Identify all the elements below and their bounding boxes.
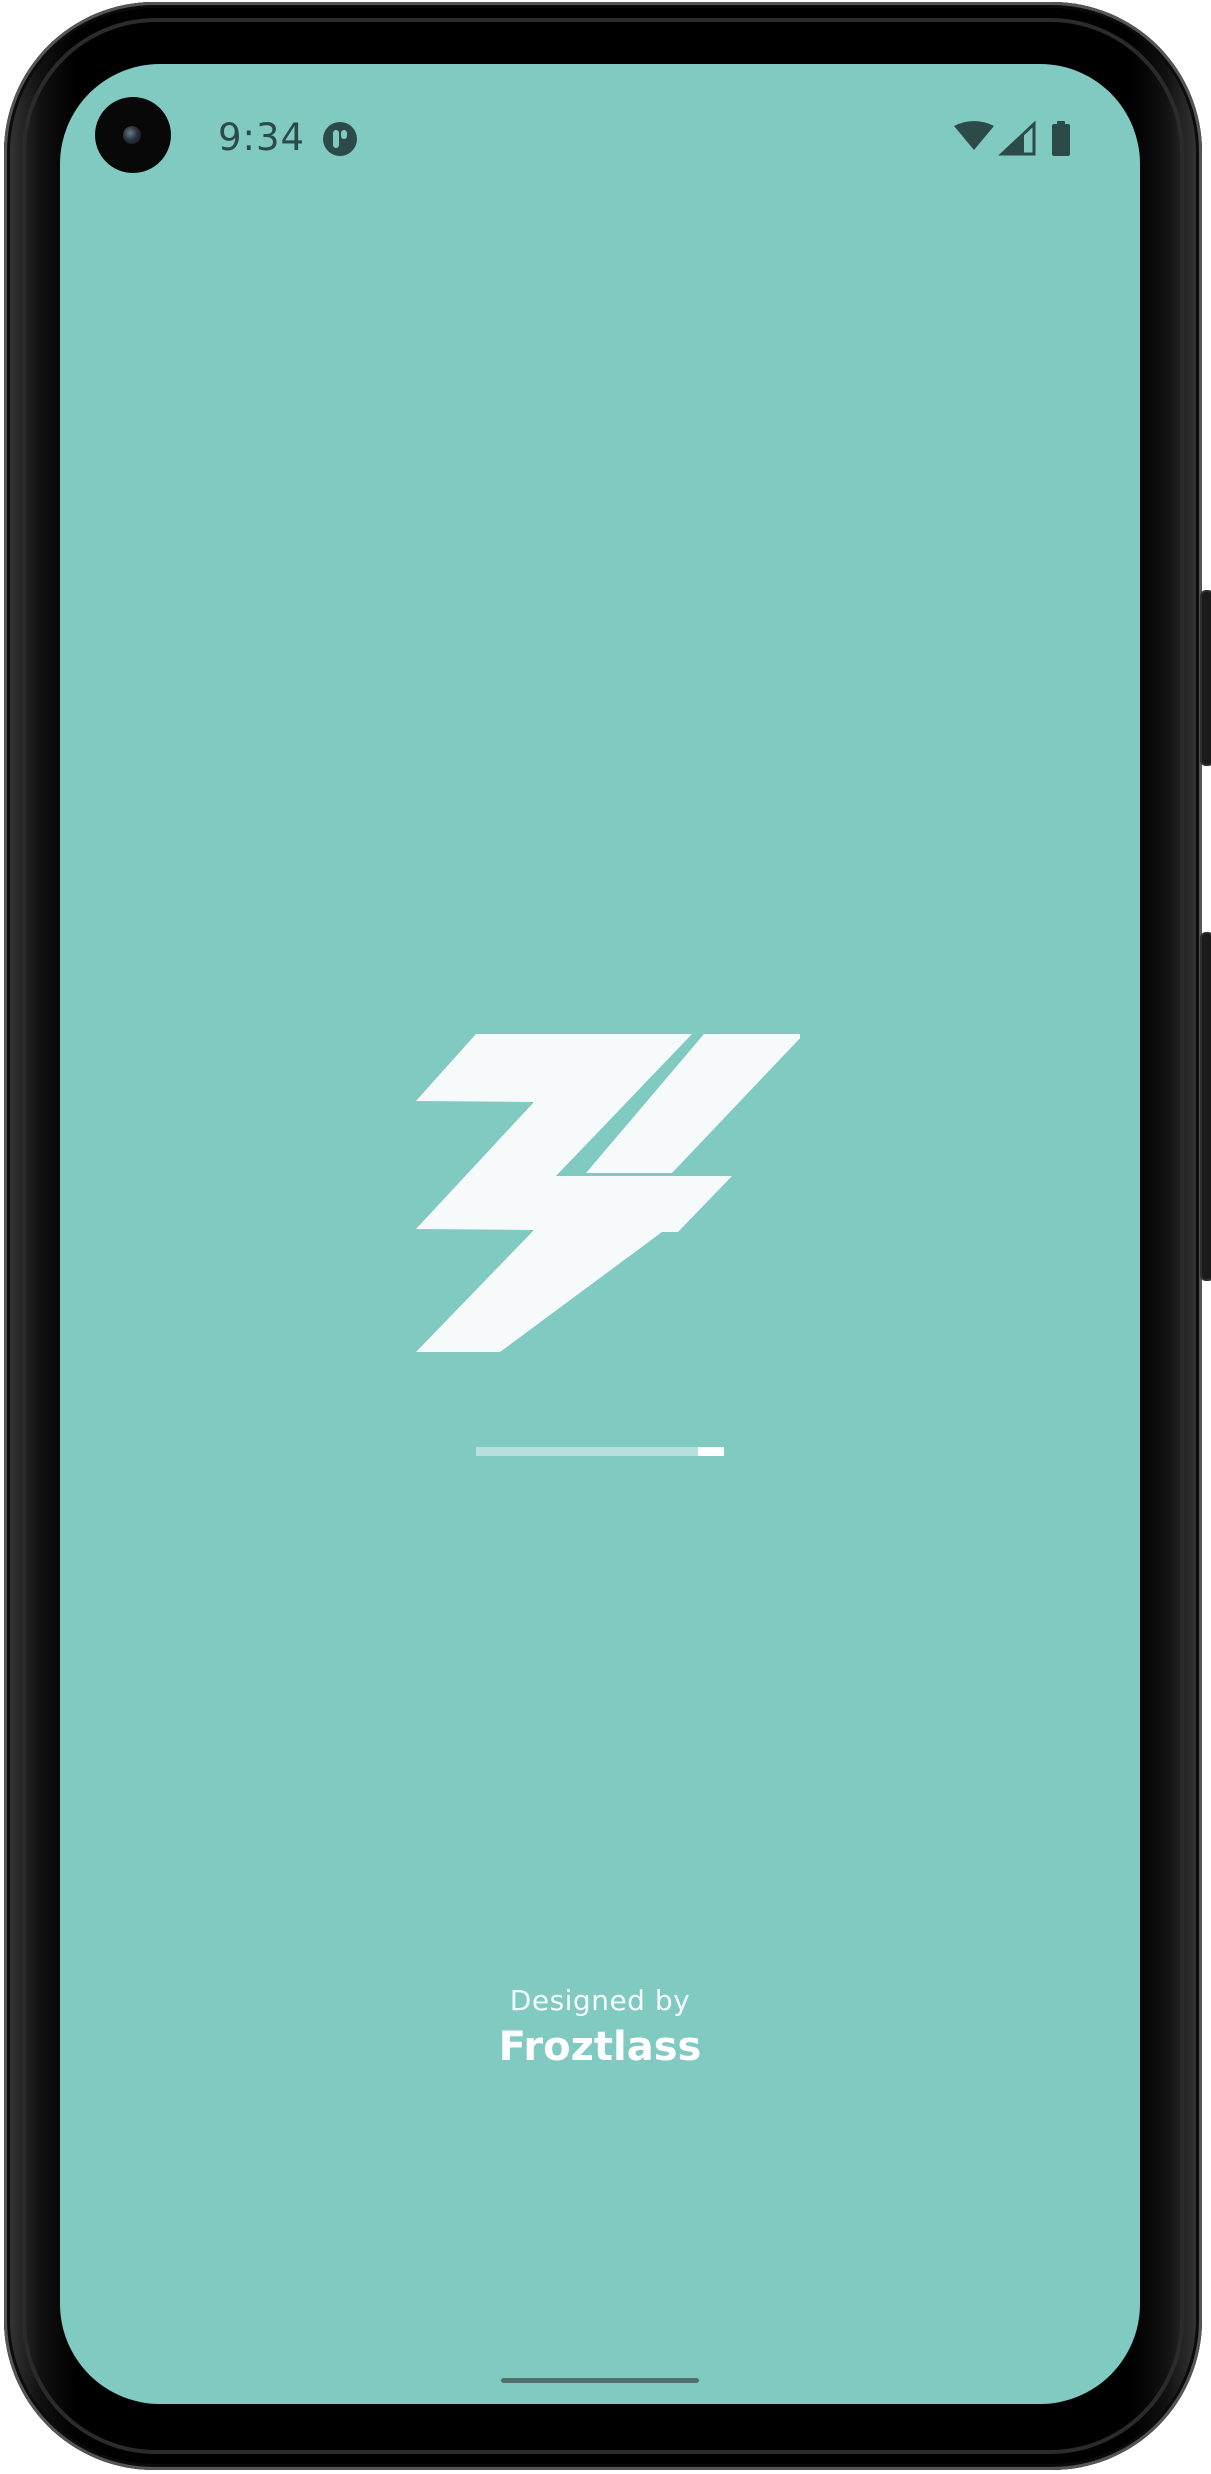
status-time: 9:34 bbox=[218, 116, 306, 159]
power-button bbox=[1200, 590, 1211, 766]
front-camera bbox=[95, 97, 171, 173]
loading-progress-bar bbox=[476, 1447, 724, 1456]
designer-name: Froztlass bbox=[498, 2024, 702, 2070]
battery-icon bbox=[1052, 124, 1070, 156]
designed-by-label: Designed by bbox=[509, 1984, 691, 2017]
notification-app-icon bbox=[323, 122, 357, 156]
home-gesture-bar[interactable] bbox=[501, 2378, 699, 2383]
camera-lens bbox=[123, 126, 141, 144]
volume-button bbox=[1200, 932, 1211, 1281]
loading-progress-fill bbox=[698, 1447, 724, 1456]
status-icons bbox=[954, 120, 1070, 156]
app-screen: 9:34 Designed by Froztlass bbox=[60, 64, 1140, 2404]
lightning-bolt-logo bbox=[416, 1034, 800, 1352]
wifi-icon bbox=[954, 121, 994, 150]
